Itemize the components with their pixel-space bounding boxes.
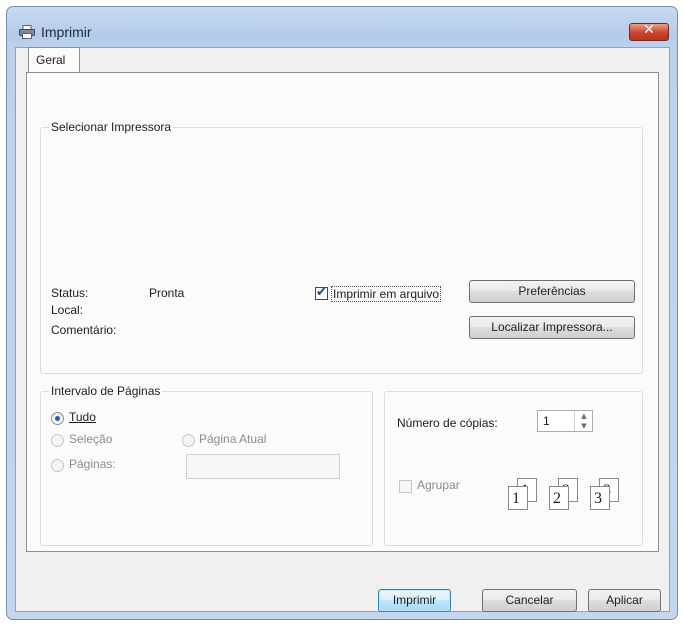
print-to-file-checkbox[interactable]: ✔ Imprimir em arquivo xyxy=(315,285,457,302)
select-printer-legend: Selecionar Impressora xyxy=(49,120,174,134)
radio-pages-label[interactable]: Páginas: xyxy=(69,457,116,471)
radio-all-label[interactable]: Tudo xyxy=(69,410,96,424)
copies-count-stepper[interactable]: 1 ▲ ▼ xyxy=(537,410,593,432)
location-label: Local: xyxy=(51,303,84,317)
pages-input[interactable] xyxy=(186,454,340,479)
spin-buttons: ▲ ▼ xyxy=(574,411,593,431)
radio-all[interactable] xyxy=(51,412,64,425)
dialog-client-area: Geral Selecionar Impressora Status: Pron… xyxy=(15,47,670,612)
check-mark-icon: ✔ xyxy=(316,285,327,300)
status-value: Pronta xyxy=(149,286,185,300)
collate-page-number: 2 xyxy=(553,490,561,507)
collate-page-front-3: 3 xyxy=(590,486,610,510)
tab-panel-geral: Selecionar Impressora Status: Pronta Loc… xyxy=(26,72,659,552)
close-icon: ✕ xyxy=(643,22,655,38)
collate-checkbox[interactable] xyxy=(399,480,412,493)
collate-page-front-2: 2 xyxy=(549,486,569,510)
page-range-legend: Intervalo de Páginas xyxy=(49,384,163,398)
radio-selection[interactable] xyxy=(51,434,64,447)
printer-list[interactable] xyxy=(49,140,634,268)
collate-page-number: 1 xyxy=(512,490,520,507)
spin-up-icon[interactable]: ▲ xyxy=(575,411,593,421)
close-button[interactable]: ✕ xyxy=(629,22,669,41)
copies-group: Número de cópias: 1 ▲ ▼ Agrupar 1 1 2 2 … xyxy=(384,391,643,546)
preferences-button[interactable]: Preferências xyxy=(469,280,635,303)
collate-page-front-1: 1 xyxy=(508,486,528,510)
comment-label: Comentário: xyxy=(51,323,117,337)
cancel-button[interactable]: Cancelar xyxy=(482,589,577,612)
status-label: Status: xyxy=(51,286,89,300)
print-dialog: Imprimir ✕ Geral Selecionar Impressora S… xyxy=(6,6,678,620)
radio-selection-label[interactable]: Seleção xyxy=(69,432,112,446)
radio-current-page-label[interactable]: Página Atual xyxy=(199,432,266,446)
page-range-group: Intervalo de Páginas Tudo Seleção Página… xyxy=(40,384,373,546)
copies-count-label: Número de cópias: xyxy=(397,416,498,430)
radio-pages[interactable] xyxy=(51,459,64,472)
select-printer-group: Selecionar Impressora Status: Pronta Loc… xyxy=(40,120,643,374)
tab-label: Geral xyxy=(36,53,66,67)
window-title: Imprimir xyxy=(41,24,92,40)
collate-label[interactable]: Agrupar xyxy=(417,478,460,492)
print-button[interactable]: Imprimir xyxy=(378,589,451,612)
radio-current-page[interactable] xyxy=(182,434,195,447)
printer-icon xyxy=(19,25,35,39)
tab-geral[interactable]: Geral xyxy=(28,47,80,73)
collate-page-number: 3 xyxy=(594,490,602,507)
title-bar[interactable]: Imprimir ✕ xyxy=(7,7,677,47)
print-to-file-label: Imprimir em arquivo xyxy=(331,286,442,302)
spin-down-icon[interactable]: ▼ xyxy=(575,421,593,431)
copies-count-value[interactable]: 1 xyxy=(543,414,550,428)
apply-button[interactable]: Aplicar xyxy=(588,589,661,612)
checkbox-box[interactable]: ✔ xyxy=(315,285,328,300)
find-printer-button[interactable]: Localizar Impressora... xyxy=(469,316,635,339)
